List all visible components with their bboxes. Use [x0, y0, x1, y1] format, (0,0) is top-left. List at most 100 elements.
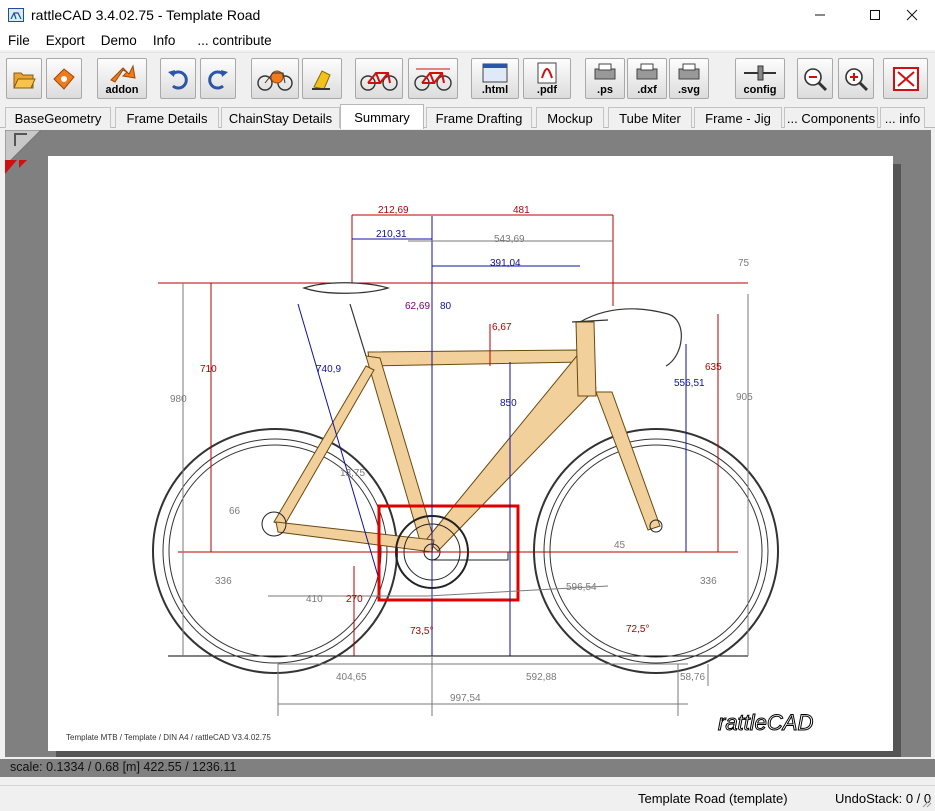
- drawing-footer: Template MTB / Template / DIN A4 / rattl…: [66, 733, 271, 742]
- save-button[interactable]: [46, 58, 82, 99]
- redo-button[interactable]: [200, 58, 236, 99]
- menu-demo[interactable]: Demo: [93, 33, 145, 48]
- menu-export[interactable]: Export: [38, 33, 93, 48]
- dim-270: 270: [346, 594, 363, 605]
- printer-svg-icon: [678, 63, 700, 79]
- dim-45: 45: [614, 540, 626, 551]
- export-dxf-button[interactable]: .dxf: [627, 58, 667, 99]
- dim-99754: 997,54: [450, 693, 481, 704]
- tab-components[interactable]: ... Components: [784, 107, 878, 128]
- dim-481: 481: [513, 205, 530, 216]
- svg-label: .svg: [677, 83, 700, 96]
- paint-icon: [312, 69, 331, 90]
- title-bar: rattleCAD 3.4.02.75 - Template Road: [0, 0, 935, 30]
- export-svg-button[interactable]: .svg: [669, 58, 709, 99]
- dim-635: 635: [705, 362, 722, 373]
- menu-contribute[interactable]: ... contribute: [189, 33, 279, 48]
- bike-drawing: 212,69 481 210,31 543,69 391,04 75 62,69…: [66, 205, 814, 742]
- dim-66: 66: [229, 506, 241, 517]
- pdf-icon: [537, 62, 557, 83]
- minimize-icon: [815, 14, 825, 16]
- dim-667: 6,67: [492, 322, 512, 333]
- menu-bar: File Export Demo Info ... contribute: [0, 30, 935, 50]
- tab-tube-miter[interactable]: Tube Miter: [608, 107, 692, 128]
- tab-bar: BaseGeometry Frame Details ChainStay Det…: [0, 104, 935, 129]
- zoom-in-button[interactable]: [838, 58, 874, 99]
- folder-open-icon: [13, 72, 36, 88]
- bike-red-button[interactable]: [355, 58, 403, 99]
- menu-file[interactable]: File: [0, 33, 38, 48]
- minimize-button[interactable]: [797, 0, 843, 30]
- tab-basegeometry[interactable]: BaseGeometry: [5, 107, 111, 128]
- dim-80: 80: [440, 301, 452, 312]
- tab-summary[interactable]: Summary: [340, 104, 424, 129]
- dim-59288: 592,88: [526, 672, 557, 683]
- render-bike-button[interactable]: [251, 58, 299, 99]
- dim-980: 980: [170, 394, 187, 405]
- dim-735: 73,5°: [410, 626, 433, 637]
- export-ps-button[interactable]: .ps: [585, 58, 625, 99]
- dim-7409: 740,9: [316, 364, 341, 375]
- window-title: rattleCAD 3.4.02.75 - Template Road: [31, 7, 261, 23]
- bike-gear-icon: [257, 70, 293, 91]
- dim-410: 410: [306, 594, 323, 605]
- rendering-button[interactable]: [302, 58, 342, 99]
- tab-info[interactable]: ... info: [880, 107, 925, 128]
- rattlecad-logo: rattleCAD: [718, 710, 813, 735]
- app-icon: [8, 8, 24, 22]
- bike-red-dim-button[interactable]: [408, 58, 458, 99]
- toolbar: addon .html .pdf .ps .dxf .svg config: [0, 52, 935, 102]
- undo-button[interactable]: [160, 58, 196, 99]
- dim-391: 391,04: [490, 258, 521, 269]
- export-html-button[interactable]: .html: [471, 58, 519, 99]
- fit-view-button[interactable]: [883, 58, 928, 99]
- dim-5876: 58,76: [680, 672, 705, 683]
- size-grip-icon[interactable]: [922, 798, 932, 808]
- dim-59654: 596,54: [566, 582, 597, 593]
- printer-icon: [594, 63, 616, 79]
- addon-icon: [110, 63, 136, 83]
- tab-mockup[interactable]: Mockup: [536, 107, 604, 128]
- addon-button[interactable]: addon: [97, 58, 147, 99]
- dim-1375: 13,75: [340, 468, 365, 479]
- scale-readout: scale: 0.1334 / 0.68 [m] 422.55 / 1236.1…: [10, 760, 237, 774]
- config-label: config: [743, 83, 777, 96]
- undo-status: UndoStack: 0 / 0: [835, 791, 932, 806]
- redo-icon: [208, 69, 228, 89]
- dim-75: 75: [738, 258, 750, 269]
- slider-icon: [744, 65, 776, 80]
- html-icon: [482, 63, 508, 82]
- fit-screen-icon: [892, 66, 919, 91]
- zoom-out-icon: [804, 67, 828, 91]
- zoom-out-button[interactable]: [797, 58, 833, 99]
- dim-543: 543,69: [494, 234, 525, 245]
- tab-frame-drafting[interactable]: Frame Drafting: [426, 107, 532, 128]
- scale-status: scale: 0.1334 / 0.68 [m] 422.55 / 1236.1…: [0, 759, 935, 777]
- dim-55651: 556,51: [674, 378, 705, 389]
- addon-label: addon: [105, 83, 139, 96]
- dxf-label: .dxf: [637, 83, 657, 96]
- tab-frame-details[interactable]: Frame Details: [115, 107, 219, 128]
- resize-corner-icon[interactable]: [5, 130, 43, 178]
- dim-6269: 62,69: [405, 301, 430, 312]
- pdf-label: .pdf: [536, 83, 558, 96]
- dim-725: 72,5°: [626, 624, 649, 635]
- config-button[interactable]: config: [735, 58, 785, 99]
- drawing-canvas[interactable]: 212,69 481 210,31 543,69 391,04 75 62,69…: [5, 130, 931, 757]
- dim-212: 212,69: [378, 205, 409, 216]
- save-icon: [53, 67, 75, 90]
- export-pdf-button[interactable]: .pdf: [523, 58, 571, 99]
- red-bike-dim-icon: [414, 68, 452, 91]
- close-button[interactable]: [889, 0, 935, 30]
- dim-40465: 404,65: [336, 672, 367, 683]
- tab-frame-jig[interactable]: Frame - Jig: [694, 107, 782, 128]
- dim-336-front: 336: [700, 576, 717, 587]
- template-status: Template Road (template): [638, 791, 788, 806]
- menu-info[interactable]: Info: [145, 33, 184, 48]
- dim-210: 210,31: [376, 229, 407, 240]
- dim-336-rear: 336: [215, 576, 232, 587]
- open-button[interactable]: [6, 58, 42, 99]
- drawing-sheet: 212,69 481 210,31 543,69 391,04 75 62,69…: [48, 156, 893, 751]
- tab-chainstay-details[interactable]: ChainStay Details: [221, 107, 340, 128]
- html-label: .html: [481, 83, 509, 96]
